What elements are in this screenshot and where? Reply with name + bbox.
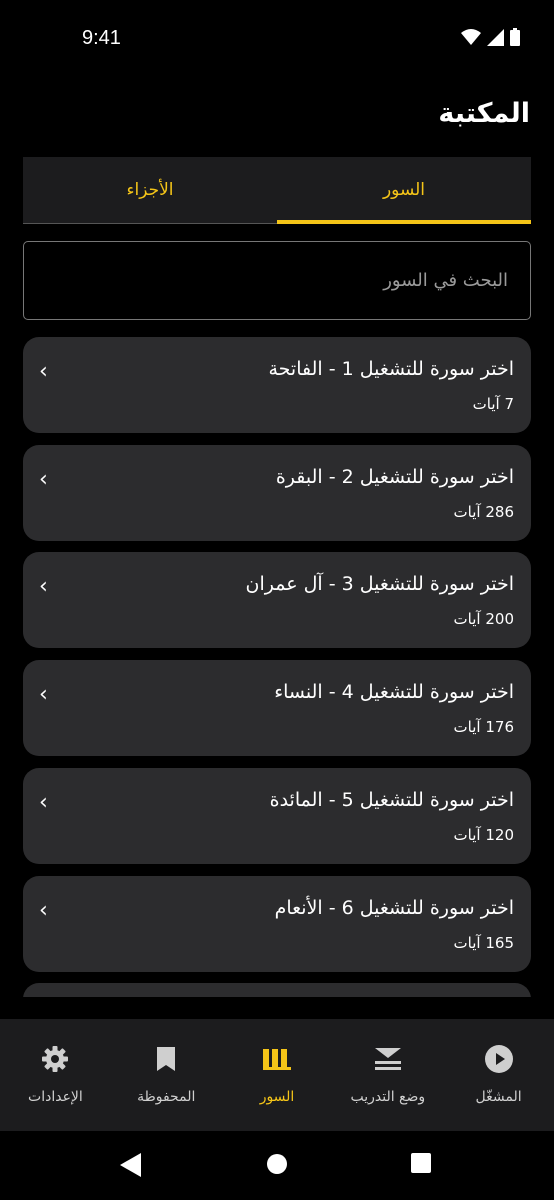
- wifi-icon: [461, 29, 481, 45]
- tab-surahs-label: السور: [382, 180, 426, 200]
- bookmark-icon: [156, 1043, 176, 1075]
- search-box: [23, 241, 531, 320]
- surah-ayat-count: 7 آيات: [472, 395, 514, 413]
- surah-ayat-count: 286 آيات: [453, 503, 514, 521]
- surah-card[interactable]: اختر سورة للتشغيل 1 - الفاتحة 7 آيات ›: [23, 337, 531, 433]
- home-circle-icon[interactable]: [266, 1153, 288, 1175]
- nav-player[interactable]: المشغّل: [443, 1019, 554, 1131]
- status-bar: 9:41: [0, 0, 554, 78]
- gear-icon: [40, 1043, 70, 1075]
- tab-juz-label: الأجزاء: [126, 180, 174, 200]
- surah-title: اختر سورة للتشغيل 5 - المائدة: [269, 789, 514, 811]
- surah-card[interactable]: اختر سورة للتشغيل 3 - آل عمران 200 آيات …: [23, 552, 531, 648]
- nav-practice[interactable]: وضع التدريب: [332, 1019, 443, 1131]
- nav-settings-label: الإعدادات: [28, 1089, 83, 1105]
- tab-bar: السور الأجزاء: [23, 157, 531, 224]
- nav-player-label: المشغّل: [475, 1089, 522, 1105]
- surah-title: اختر سورة للتشغيل 6 - الأنعام: [274, 897, 514, 919]
- chevron-right-icon: ›: [39, 898, 48, 923]
- system-navigation-bar: [0, 1131, 554, 1200]
- recents-square-icon[interactable]: [411, 1153, 431, 1173]
- back-triangle-icon[interactable]: [120, 1153, 142, 1177]
- nav-settings[interactable]: الإعدادات: [0, 1019, 111, 1131]
- nav-practice-label: وضع التدريب: [350, 1089, 426, 1105]
- status-icons: [461, 28, 520, 46]
- surah-card[interactable]: اختر سورة للتشغيل 6 - الأنعام 165 آيات ›: [23, 876, 531, 972]
- play-circle-icon: [484, 1043, 514, 1075]
- surah-title: اختر سورة للتشغيل 2 - البقرة: [275, 466, 514, 488]
- surah-card[interactable]: اختر سورة للتشغيل 5 - المائدة 120 آيات ›: [23, 768, 531, 864]
- nav-surahs-label: السور: [259, 1089, 295, 1105]
- surah-card[interactable]: اختر سورة للتشغيل 2 - البقرة 286 آيات ›: [23, 445, 531, 541]
- chevron-right-icon: ›: [39, 359, 48, 384]
- surah-ayat-count: 176 آيات: [453, 718, 514, 736]
- bottom-navigation: المشغّل وضع التدريب السور المحفوظة الإعد…: [0, 1019, 554, 1131]
- surah-ayat-count: 200 آيات: [453, 610, 514, 628]
- nav-saved-label: المحفوظة: [137, 1089, 196, 1105]
- battery-icon: [510, 28, 520, 46]
- surah-list: اختر سورة للتشغيل 1 - الفاتحة 7 آيات › ا…: [23, 337, 531, 997]
- surah-ayat-count: 120 آيات: [453, 826, 514, 844]
- library-bars-icon: [262, 1043, 292, 1075]
- nav-saved[interactable]: المحفوظة: [111, 1019, 222, 1131]
- surah-title: اختر سورة للتشغيل 4 - النساء: [274, 681, 514, 703]
- practice-stack-icon: [373, 1043, 403, 1075]
- page-title: المكتبة: [438, 98, 530, 129]
- chevron-right-icon: ›: [39, 682, 48, 707]
- nav-surahs[interactable]: السور: [222, 1019, 333, 1131]
- surah-card-partial[interactable]: [23, 983, 531, 997]
- surah-card[interactable]: اختر سورة للتشغيل 4 - النساء 176 آيات ›: [23, 660, 531, 756]
- search-input[interactable]: [46, 270, 508, 291]
- chevron-right-icon: ›: [39, 574, 48, 599]
- tab-juz[interactable]: الأجزاء: [23, 157, 277, 223]
- tab-surahs[interactable]: السور: [277, 157, 531, 224]
- surah-title: اختر سورة للتشغيل 1 - الفاتحة: [268, 358, 514, 380]
- signal-icon: [487, 28, 504, 46]
- surah-title: اختر سورة للتشغيل 3 - آل عمران: [245, 573, 514, 595]
- status-time: 9:41: [82, 27, 121, 49]
- chevron-right-icon: ›: [39, 790, 48, 815]
- surah-ayat-count: 165 آيات: [453, 934, 514, 952]
- chevron-right-icon: ›: [39, 467, 48, 492]
